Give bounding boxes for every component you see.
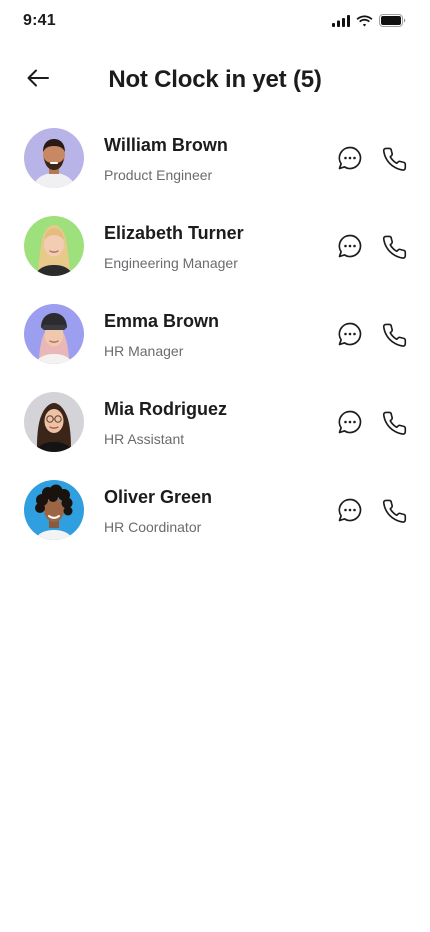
signal-icon bbox=[332, 14, 350, 32]
message-button[interactable] bbox=[337, 409, 363, 435]
list-item[interactable]: Emma Brown HR Manager bbox=[0, 302, 430, 390]
call-button[interactable] bbox=[382, 146, 408, 172]
avatar bbox=[24, 392, 84, 452]
status-bar: 9:41 bbox=[0, 0, 430, 44]
phone-icon bbox=[382, 323, 408, 352]
wifi-icon bbox=[356, 14, 373, 32]
avatar bbox=[24, 128, 84, 188]
phone-icon bbox=[382, 235, 408, 264]
status-icons bbox=[332, 14, 406, 32]
call-button[interactable] bbox=[382, 234, 408, 260]
message-button[interactable] bbox=[337, 233, 363, 259]
chat-bubble-icon bbox=[337, 234, 363, 263]
list-item[interactable]: Mia Rodriguez HR Assistant bbox=[0, 390, 430, 478]
page-title: Not Clock in yet (5) bbox=[108, 66, 322, 93]
phone-icon bbox=[382, 499, 408, 528]
call-button[interactable] bbox=[382, 410, 408, 436]
employee-role: HR Coordinator bbox=[104, 519, 202, 535]
employee-role: Product Engineer bbox=[104, 167, 213, 183]
avatar bbox=[24, 216, 84, 276]
chat-bubble-icon bbox=[337, 146, 363, 175]
employee-role: HR Manager bbox=[104, 343, 184, 359]
avatar bbox=[24, 304, 84, 364]
employee-name: Elizabeth Turner bbox=[104, 223, 244, 243]
chat-bubble-icon bbox=[337, 322, 363, 351]
employee-role: Engineering Manager bbox=[104, 255, 238, 271]
avatar bbox=[24, 480, 84, 540]
chat-bubble-icon bbox=[337, 410, 363, 439]
list-item[interactable]: Elizabeth Turner Engineering Manager bbox=[0, 214, 430, 302]
list-item[interactable]: William Brown Product Engineer bbox=[0, 126, 430, 214]
employee-role: HR Assistant bbox=[104, 431, 185, 447]
call-button[interactable] bbox=[382, 322, 408, 348]
list-item[interactable]: Oliver Green HR Coordinator bbox=[0, 478, 430, 566]
status-time: 9:41 bbox=[23, 12, 56, 29]
message-button[interactable] bbox=[337, 497, 363, 523]
phone-icon bbox=[382, 411, 408, 440]
call-button[interactable] bbox=[382, 498, 408, 524]
employee-name: Emma Brown bbox=[104, 311, 220, 331]
message-button[interactable] bbox=[337, 145, 363, 171]
employee-name: Mia Rodriguez bbox=[104, 399, 228, 419]
employee-name: William Brown bbox=[104, 135, 228, 155]
phone-icon bbox=[382, 147, 408, 176]
chat-bubble-icon bbox=[337, 498, 363, 527]
employee-list: William Brown Product Engineer Elizabeth… bbox=[0, 126, 430, 566]
employee-name: Oliver Green bbox=[104, 487, 213, 507]
message-button[interactable] bbox=[337, 321, 363, 347]
battery-icon bbox=[379, 14, 406, 32]
header: Not Clock in yet (5) bbox=[0, 56, 430, 104]
